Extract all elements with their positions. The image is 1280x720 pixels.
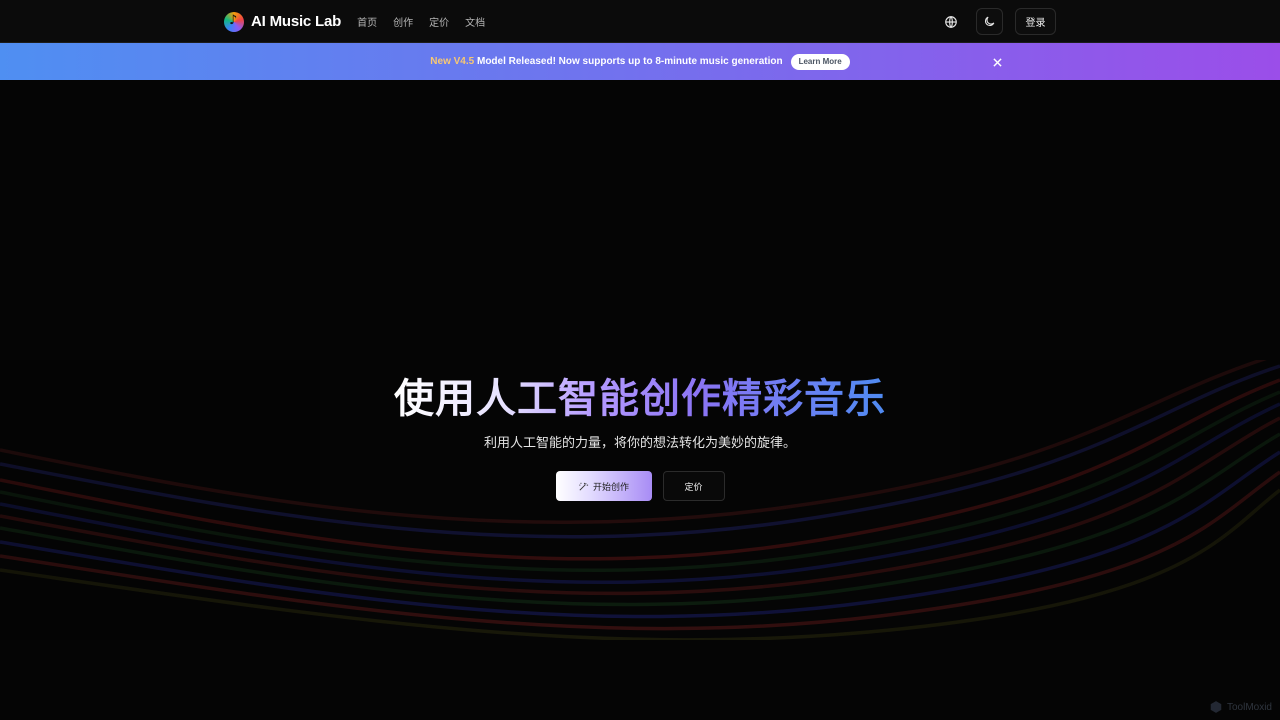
moon-icon (984, 16, 995, 27)
announcement-new-label: New (430, 56, 451, 67)
top-navbar: AI Music Lab 首页 创作 定价 文档 登录 (0, 0, 1280, 43)
watermark-text: ToolMoxid (1226, 701, 1272, 713)
login-button[interactable]: 登录 (1015, 8, 1056, 35)
announcement-version: V4.5 (453, 56, 475, 67)
hero-subtitle: 利用人工智能的力量，将你的想法转化为美妙的旋律。 (483, 435, 796, 450)
language-button[interactable] (937, 8, 964, 35)
start-creating-label: 开始创作 (592, 481, 629, 492)
watermark-logo-icon (1210, 701, 1222, 713)
learn-more-button[interactable]: Learn More (790, 53, 850, 70)
theme-toggle-button[interactable] (976, 8, 1003, 35)
main-navigation: 首页 创作 定价 文档 (357, 14, 485, 29)
start-creating-button[interactable]: 开始创作 (555, 471, 652, 501)
announcement-text: New V4.5 Model Released! Now supports up… (430, 56, 782, 67)
logo-icon[interactable] (224, 11, 244, 32)
watermark: ToolMoxid (1209, 700, 1272, 714)
globe-icon (944, 15, 957, 28)
announcement-message: Model Released! Now supports up to 8-min… (476, 56, 783, 67)
hero-title: 使用人工智能创作精彩音乐 (394, 370, 886, 428)
nav-link-home[interactable]: 首页 (357, 14, 377, 29)
navbar-content: AI Music Lab 首页 创作 定价 文档 登录 (224, 0, 1056, 43)
banner-close-button[interactable] (990, 55, 1004, 69)
nav-link-create[interactable]: 创作 (393, 14, 413, 29)
pricing-button[interactable]: 定价 (662, 471, 725, 501)
magic-wand-icon (579, 482, 589, 490)
nav-link-pricing[interactable]: 定价 (429, 14, 449, 29)
navbar-actions: 登录 (937, 8, 1056, 35)
brand-name[interactable]: AI Music Lab (251, 13, 341, 30)
nav-link-docs[interactable]: 文档 (465, 14, 485, 29)
hero-actions: 开始创作 定价 (0, 471, 1280, 501)
close-icon (992, 57, 1002, 67)
announcement-banner: New V4.5 Model Released! Now supports up… (0, 43, 1280, 80)
hero-section: 使用人工智能创作精彩音乐 利用人工智能的力量，将你的想法转化为美妙的旋律。 开始… (0, 370, 1280, 501)
